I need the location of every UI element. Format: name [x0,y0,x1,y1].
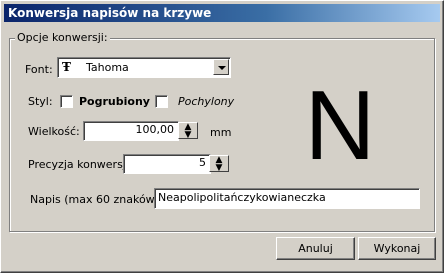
precision-label: Precyzja konwersji: [28,158,133,171]
italic-label[interactable]: Pochylony [178,95,234,108]
truetype-font-icon: Ŧ [62,60,71,74]
size-input[interactable]: 100,00 [83,121,179,141]
group-legend: Opcje konwersji: [15,31,110,44]
size-label: Wielkość: [28,125,80,138]
text-value: Neapolipolitańczykowianeczka [158,191,326,204]
text-label: Napis (max 60 znaków): [30,193,163,206]
size-unit: mm [210,126,232,139]
execute-button[interactable]: Wykonaj [358,237,436,260]
font-value: Tahoma [86,61,129,74]
style-label: Styl: [28,95,53,108]
precision-spinner[interactable]: ▲ ▼ [209,155,229,173]
cancel-button[interactable]: Anuluj [276,237,355,260]
preview-glyph: N [304,70,376,180]
bold-checkbox[interactable] [60,95,73,108]
size-value: 100,00 [135,123,175,136]
precision-input[interactable]: 5 [123,154,211,174]
window-title: Konwersja napisów na krzywe [8,6,212,20]
title-bar[interactable]: Konwersja napisów na krzywe [4,4,440,22]
font-label: Font: [25,63,53,76]
bold-label[interactable]: Pogrubiony [79,95,150,108]
size-spinner[interactable]: ▲ ▼ [178,122,198,140]
italic-checkbox[interactable] [155,95,168,108]
chevron-down-icon[interactable] [213,59,229,75]
font-combobox[interactable]: Ŧ Tahoma [57,57,231,78]
text-input[interactable]: Neapolipolitańczykowianeczka [154,188,420,209]
precision-value: 5 [199,156,206,169]
